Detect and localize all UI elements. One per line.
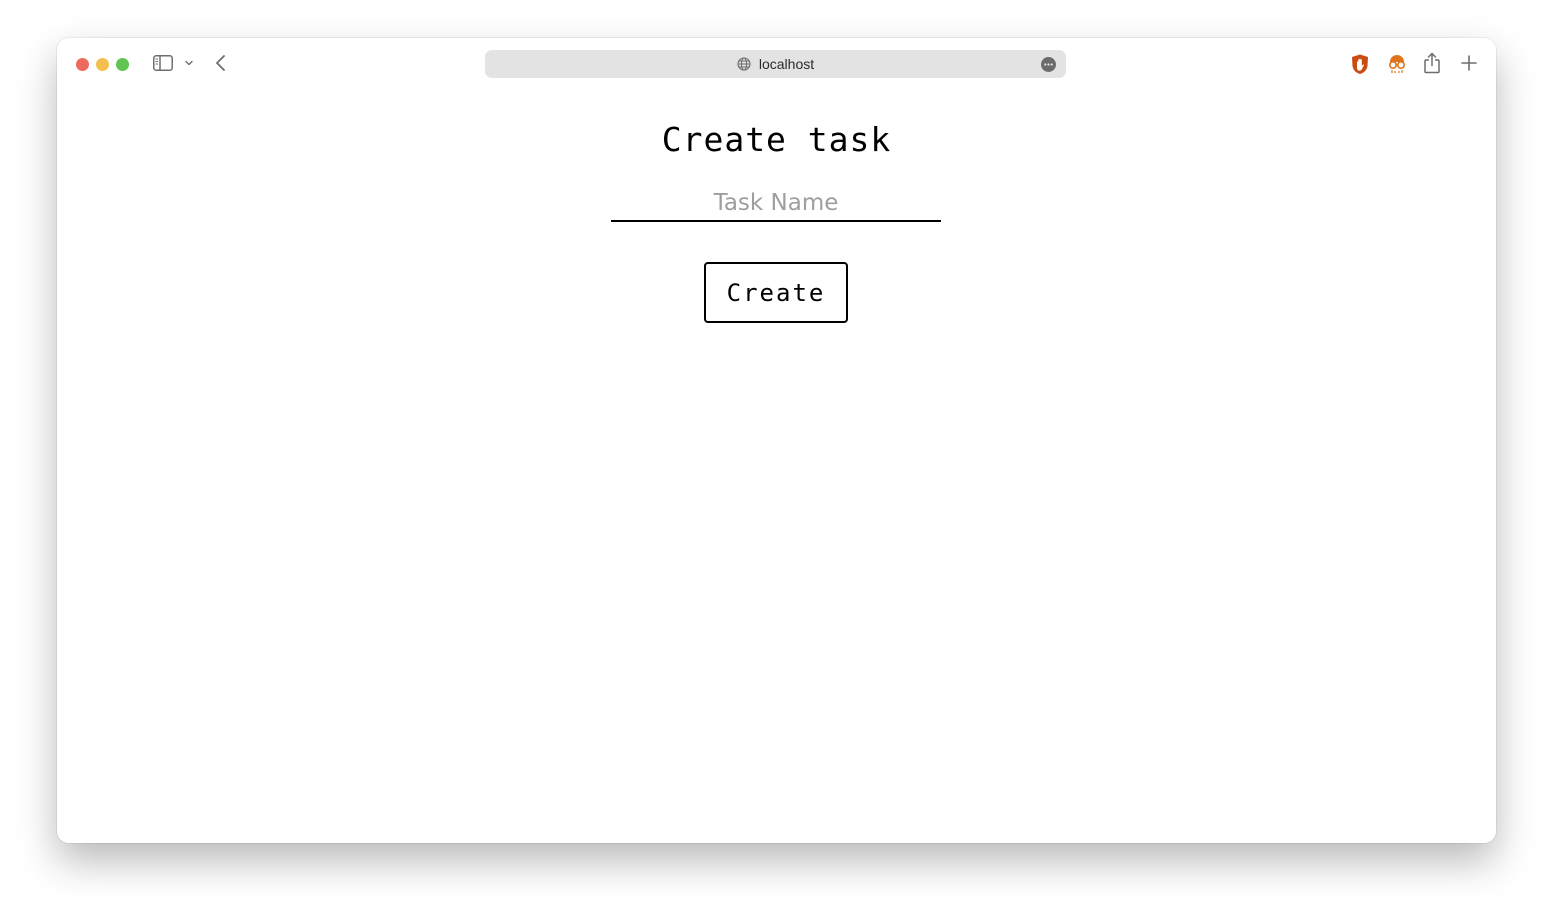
hand-icon[interactable]	[1349, 53, 1371, 75]
close-window-button[interactable]	[76, 58, 89, 71]
maximize-window-button[interactable]	[116, 58, 129, 71]
address-bar[interactable]: localhost	[485, 50, 1066, 78]
page-content: Create task Create	[57, 90, 1496, 843]
sidebar-icon[interactable]	[153, 55, 173, 71]
browser-window: localhost Create task Task Name Create	[57, 38, 1496, 843]
task-name-input[interactable]	[611, 186, 941, 222]
chevron-left-icon[interactable]	[214, 54, 228, 72]
minimize-window-button[interactable]	[96, 58, 109, 71]
page-title: Create task	[661, 120, 892, 159]
more-icon[interactable]	[1041, 57, 1056, 72]
chevron-down-icon[interactable]	[184, 58, 194, 68]
url-text: localhost	[758, 56, 815, 72]
globe-icon	[737, 57, 751, 71]
browser-toolbar: localhost	[57, 38, 1496, 90]
glasses-icon[interactable]	[1386, 53, 1408, 75]
create-button[interactable]: Create	[704, 262, 848, 323]
plus-icon[interactable]	[1461, 55, 1477, 71]
share-icon[interactable]	[1423, 52, 1441, 74]
